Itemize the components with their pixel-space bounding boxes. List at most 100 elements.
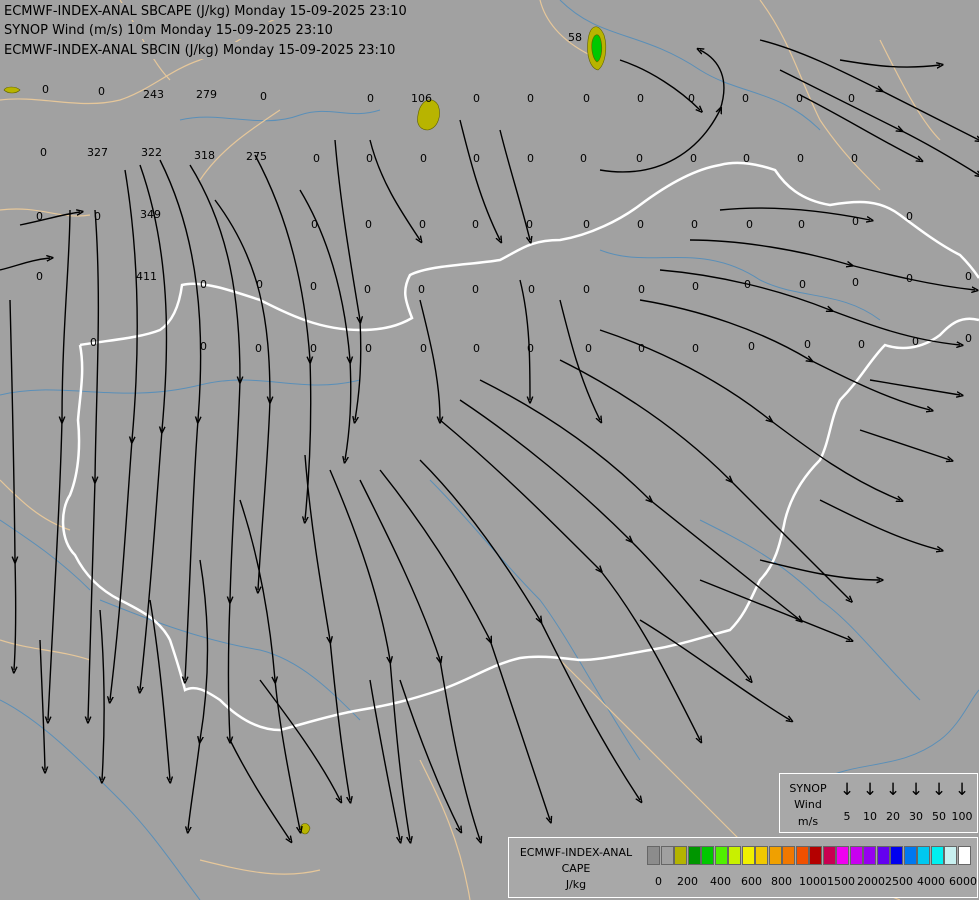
- cin-value-label: 0: [472, 283, 479, 296]
- wind-streamline: [779, 69, 979, 175]
- cin-value-label: 0: [527, 92, 534, 105]
- cape-color-swatch: [822, 846, 836, 865]
- wind-streamline: [419, 459, 640, 800]
- wind-speed-label: 10: [863, 810, 877, 823]
- cin-value-label: 0: [804, 338, 811, 351]
- cin-value-label: 0: [965, 332, 972, 345]
- wind-streamline: [159, 159, 201, 680]
- wind-speed-label: 50: [932, 810, 946, 823]
- wind-streamline: [859, 429, 950, 460]
- cape-color-swatch: [930, 846, 944, 865]
- cape-color-swatch: [701, 846, 714, 865]
- cin-value-label: 0: [313, 152, 320, 165]
- cape-color-swatch: [876, 846, 890, 865]
- cin-value-label: 0: [200, 340, 207, 353]
- cape-color-swatch: [782, 846, 795, 865]
- cape-color-swatch: [741, 846, 755, 865]
- wind-streamline: [189, 164, 240, 740]
- cin-value-label: 0: [311, 218, 318, 231]
- title-synop-wind: SYNOP Wind (m/s) 10m Monday 15-09-2025 2…: [4, 22, 333, 39]
- wind-streamline: [869, 379, 960, 395]
- wind-streamline: [100, 609, 104, 780]
- cin-value-label: 0: [365, 218, 372, 231]
- cin-value-label: 0: [851, 152, 858, 165]
- cin-value-label: 0: [42, 83, 49, 96]
- wind-legend-label-wind: Wind: [794, 798, 822, 811]
- cape-color-swatch: [944, 846, 957, 865]
- cin-value-label: 0: [40, 146, 47, 159]
- wind-streamline: [559, 299, 600, 420]
- cin-value-label: 275: [246, 150, 267, 163]
- wind-streamline: [599, 50, 725, 173]
- cape-color-swatch: [714, 846, 728, 865]
- cin-value-label: 0: [690, 152, 697, 165]
- cape-scale-label: 4000: [917, 875, 945, 888]
- cape-scale-label: 2000: [857, 875, 885, 888]
- cape-scale-label: 2500: [885, 875, 913, 888]
- rivers-layer: [0, 0, 979, 900]
- wind-streamline: [259, 679, 340, 800]
- wind-arrow-icon: ↓: [885, 780, 901, 800]
- region-borders-layer: [0, 0, 941, 900]
- cin-value-label: 0: [744, 278, 751, 291]
- region-border: [539, 0, 591, 56]
- cin-value-label: 0: [583, 92, 590, 105]
- cin-value-label: 0: [366, 152, 373, 165]
- cin-value-label: 0: [798, 218, 805, 231]
- cape-color-swatch: [660, 846, 674, 865]
- river: [819, 689, 979, 781]
- cin-value-label: 0: [260, 90, 267, 103]
- cin-value-label: 0: [472, 218, 479, 231]
- cin-value-label: 0: [746, 218, 753, 231]
- cape-color-swatch: [768, 846, 782, 865]
- cape-color-swatch: [647, 846, 660, 865]
- cape-color-swatch: [890, 846, 903, 865]
- wind-streamline: [0, 258, 50, 271]
- cin-value-label: 0: [420, 152, 427, 165]
- wind-streamline: [599, 329, 900, 500]
- wind-streamline: [9, 299, 16, 670]
- wind-arrow-icon: ↓: [839, 780, 855, 800]
- cin-value-label: 0: [852, 215, 859, 228]
- cin-value-label: 0: [637, 92, 644, 105]
- wind-streamline: [88, 209, 100, 720]
- map-canvas: [0, 0, 979, 900]
- country-border-layer: [61, 161, 979, 732]
- cape-color-swatch: [863, 846, 876, 865]
- cin-value-label: 0: [473, 152, 480, 165]
- country-border: [79, 161, 979, 347]
- wind-speed-label: 5: [843, 810, 851, 823]
- cin-value-label: 0: [420, 342, 427, 355]
- streamlines-layer: [0, 39, 979, 840]
- cape-legend-unit: J/kg: [565, 878, 587, 891]
- cin-value-label: 0: [527, 342, 534, 355]
- wind-streamline: [459, 119, 500, 240]
- wind-streamline: [819, 499, 940, 550]
- wind-speed-label: 20: [886, 810, 900, 823]
- wind-streamline: [140, 164, 168, 690]
- cin-value-label: 0: [94, 210, 101, 223]
- cin-value-label: 0: [636, 152, 643, 165]
- cin-value-label: 0: [583, 283, 590, 296]
- cape-color-swatch: [795, 846, 809, 865]
- cape-color-swatch: [674, 846, 687, 865]
- cin-value-label: 0: [418, 283, 425, 296]
- cin-value-label: 318: [194, 149, 215, 162]
- cape-patch-low: [299, 823, 311, 835]
- cin-value-label: 0: [848, 92, 855, 105]
- wind-streamline: [214, 199, 270, 590]
- wind-streamline: [559, 359, 850, 600]
- cape-color-swatch: [687, 846, 701, 865]
- cin-value-label: 0: [580, 152, 587, 165]
- weather-map[interactable]: 243 279 327 322 318 275 349 411 106 58 0 0 0 0 0 0 0 0 0 0 0…: [0, 0, 979, 900]
- cin-value-label: 0: [638, 342, 645, 355]
- wind-streamline: [229, 739, 290, 840]
- wind-arrow-icon: ↓: [908, 780, 924, 800]
- cin-value-label: 0: [256, 278, 263, 291]
- wind-arrow-icon: ↓: [954, 780, 970, 800]
- cin-value-label: 322: [141, 146, 162, 159]
- cin-value-label: 0: [692, 280, 699, 293]
- wind-streamline: [659, 269, 960, 345]
- cin-value-label: 0: [419, 218, 426, 231]
- cin-value-label: 0: [310, 280, 317, 293]
